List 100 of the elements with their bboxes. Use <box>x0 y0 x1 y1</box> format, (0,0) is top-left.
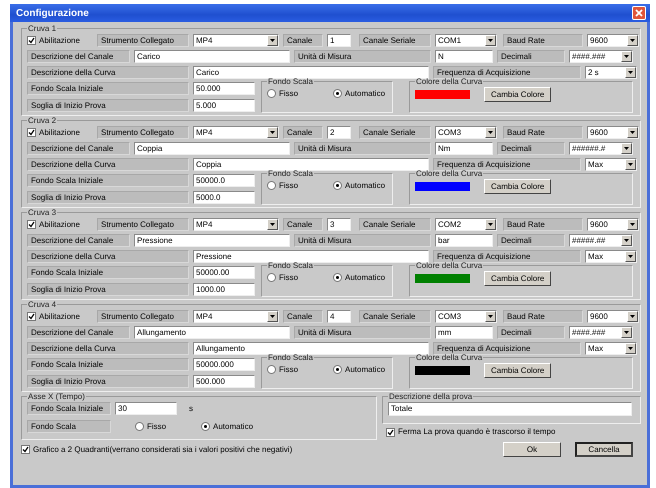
field-label: Canale <box>283 310 323 323</box>
caret-icon[interactable] <box>267 311 278 322</box>
change-color-button[interactable]: Cambia Colore <box>484 271 552 286</box>
input-field[interactable]: Carico <box>134 50 290 63</box>
radio-button[interactable] <box>333 89 342 98</box>
caret-icon[interactable] <box>267 35 278 46</box>
radio-button[interactable] <box>333 273 342 282</box>
radio-button[interactable] <box>333 181 342 190</box>
caret-icon[interactable] <box>267 219 278 230</box>
radio-button[interactable] <box>135 422 144 431</box>
dropdown[interactable]: MP4 <box>193 310 279 323</box>
input-field[interactable]: Pressione <box>134 234 290 247</box>
radio-label: Automatico <box>345 272 386 282</box>
radio-button[interactable] <box>267 273 276 282</box>
dropdown[interactable]: 9600 <box>587 218 639 231</box>
caret-icon[interactable] <box>485 127 496 138</box>
field-label: Canale Seriale <box>359 126 431 139</box>
input-field[interactable]: 500.000 <box>193 375 255 388</box>
input-field[interactable]: Allungamento <box>193 342 429 355</box>
caret-icon[interactable] <box>625 159 636 170</box>
dropdown[interactable]: COM3 <box>435 310 497 323</box>
input-field[interactable]: Coppia <box>134 142 290 155</box>
dropdown[interactable]: MP4 <box>193 126 279 139</box>
dropdown[interactable]: Max <box>585 250 637 263</box>
dropdown[interactable]: 9600 <box>587 126 639 139</box>
radio-button[interactable] <box>267 365 276 374</box>
input-field[interactable]: mm <box>435 326 493 339</box>
caret-icon[interactable] <box>621 143 632 154</box>
group-title: Colore della Curva <box>415 261 484 270</box>
enable-checkbox[interactable] <box>27 312 36 321</box>
field-label: Frequenza di Acquisizione <box>433 66 581 79</box>
dropdown[interactable]: 2 s <box>585 66 637 79</box>
caret-icon[interactable] <box>625 343 636 354</box>
dropdown[interactable]: COM3 <box>435 126 497 139</box>
group-title: Asse X (Tempo) <box>27 392 86 401</box>
input-field[interactable]: 1000.00 <box>193 283 255 296</box>
checkbox-label: Grafico a 2 Quadranti(verrano considerati sia i valori positivi che negativi) <box>33 444 292 454</box>
input-field[interactable]: 50000.0 <box>193 174 255 187</box>
input-field[interactable]: Carico <box>193 66 429 79</box>
enable-checkbox[interactable] <box>27 128 36 137</box>
field-label: Unità di Misura <box>294 142 431 155</box>
dropdown[interactable]: #####.## <box>569 234 633 247</box>
input-field[interactable]: N <box>435 50 493 63</box>
dropdown[interactable]: COM1 <box>435 34 497 47</box>
input-field[interactable]: 50000.000 <box>193 358 255 371</box>
input-field[interactable]: 4 <box>327 310 351 323</box>
dropdown[interactable]: Max <box>585 342 637 355</box>
input-field[interactable]: Nm <box>435 142 493 155</box>
caret-icon[interactable] <box>627 127 638 138</box>
dropdown[interactable]: COM2 <box>435 218 497 231</box>
caret-icon[interactable] <box>485 311 496 322</box>
change-color-button[interactable]: Cambia Colore <box>484 363 552 378</box>
input-field[interactable]: 2 <box>327 126 351 139</box>
input-field[interactable]: 3 <box>327 218 351 231</box>
change-color-button[interactable]: Cambia Colore <box>484 87 552 102</box>
dropdown[interactable]: ######.# <box>569 142 633 155</box>
caret-icon[interactable] <box>621 327 632 338</box>
dropdown[interactable]: 9600 <box>587 34 639 47</box>
caret-icon[interactable] <box>621 51 632 62</box>
input-field[interactable]: 5.000 <box>193 99 255 112</box>
close-button[interactable] <box>632 6 646 20</box>
stop-checkbox[interactable] <box>386 428 395 436</box>
caret-icon[interactable] <box>485 35 496 46</box>
dropdown[interactable]: MP4 <box>193 218 279 231</box>
dropdown-value: 9600 <box>590 220 608 230</box>
dialog-button[interactable]: Ok <box>503 442 561 457</box>
radio-button[interactable] <box>267 181 276 190</box>
input-field[interactable]: 50000.00 <box>193 266 255 279</box>
input-field[interactable]: bar <box>435 234 493 247</box>
change-color-button[interactable]: Cambia Colore <box>484 179 552 194</box>
enable-checkbox[interactable] <box>27 36 36 45</box>
dropdown[interactable]: ####.### <box>569 326 633 339</box>
quadrants-checkbox[interactable] <box>21 445 30 454</box>
input-field[interactable]: Totale <box>388 402 632 416</box>
dialog-button[interactable]: Cancella <box>575 442 633 457</box>
dropdown[interactable]: 9600 <box>587 310 639 323</box>
caret-icon[interactable] <box>621 235 632 246</box>
caret-icon[interactable] <box>627 35 638 46</box>
caret-icon[interactable] <box>627 219 638 230</box>
caret-icon[interactable] <box>625 251 636 262</box>
input-field[interactable]: Coppia <box>193 158 429 171</box>
input-field[interactable]: 1 <box>327 34 351 47</box>
radio-button[interactable] <box>333 365 342 374</box>
caret-icon[interactable] <box>625 67 636 78</box>
caret-icon[interactable] <box>485 219 496 230</box>
radio-button[interactable] <box>201 422 210 431</box>
input-field[interactable]: 50.000 <box>193 82 255 95</box>
field-label: Soglia di Inizio Prova <box>27 283 189 296</box>
input-field[interactable]: 5000.0 <box>193 191 255 204</box>
enable-checkbox[interactable] <box>27 220 36 229</box>
caret-icon[interactable] <box>627 311 638 322</box>
input-field[interactable]: Allungamento <box>134 326 290 339</box>
dropdown[interactable]: MP4 <box>193 34 279 47</box>
dropdown[interactable]: Max <box>585 158 637 171</box>
input-field[interactable]: 30 <box>115 402 177 415</box>
dropdown[interactable]: ####.### <box>569 50 633 63</box>
caret-icon[interactable] <box>267 127 278 138</box>
dropdown-value: MP4 <box>196 128 212 138</box>
radio-button[interactable] <box>267 89 276 98</box>
input-field[interactable]: Pressione <box>193 250 429 263</box>
